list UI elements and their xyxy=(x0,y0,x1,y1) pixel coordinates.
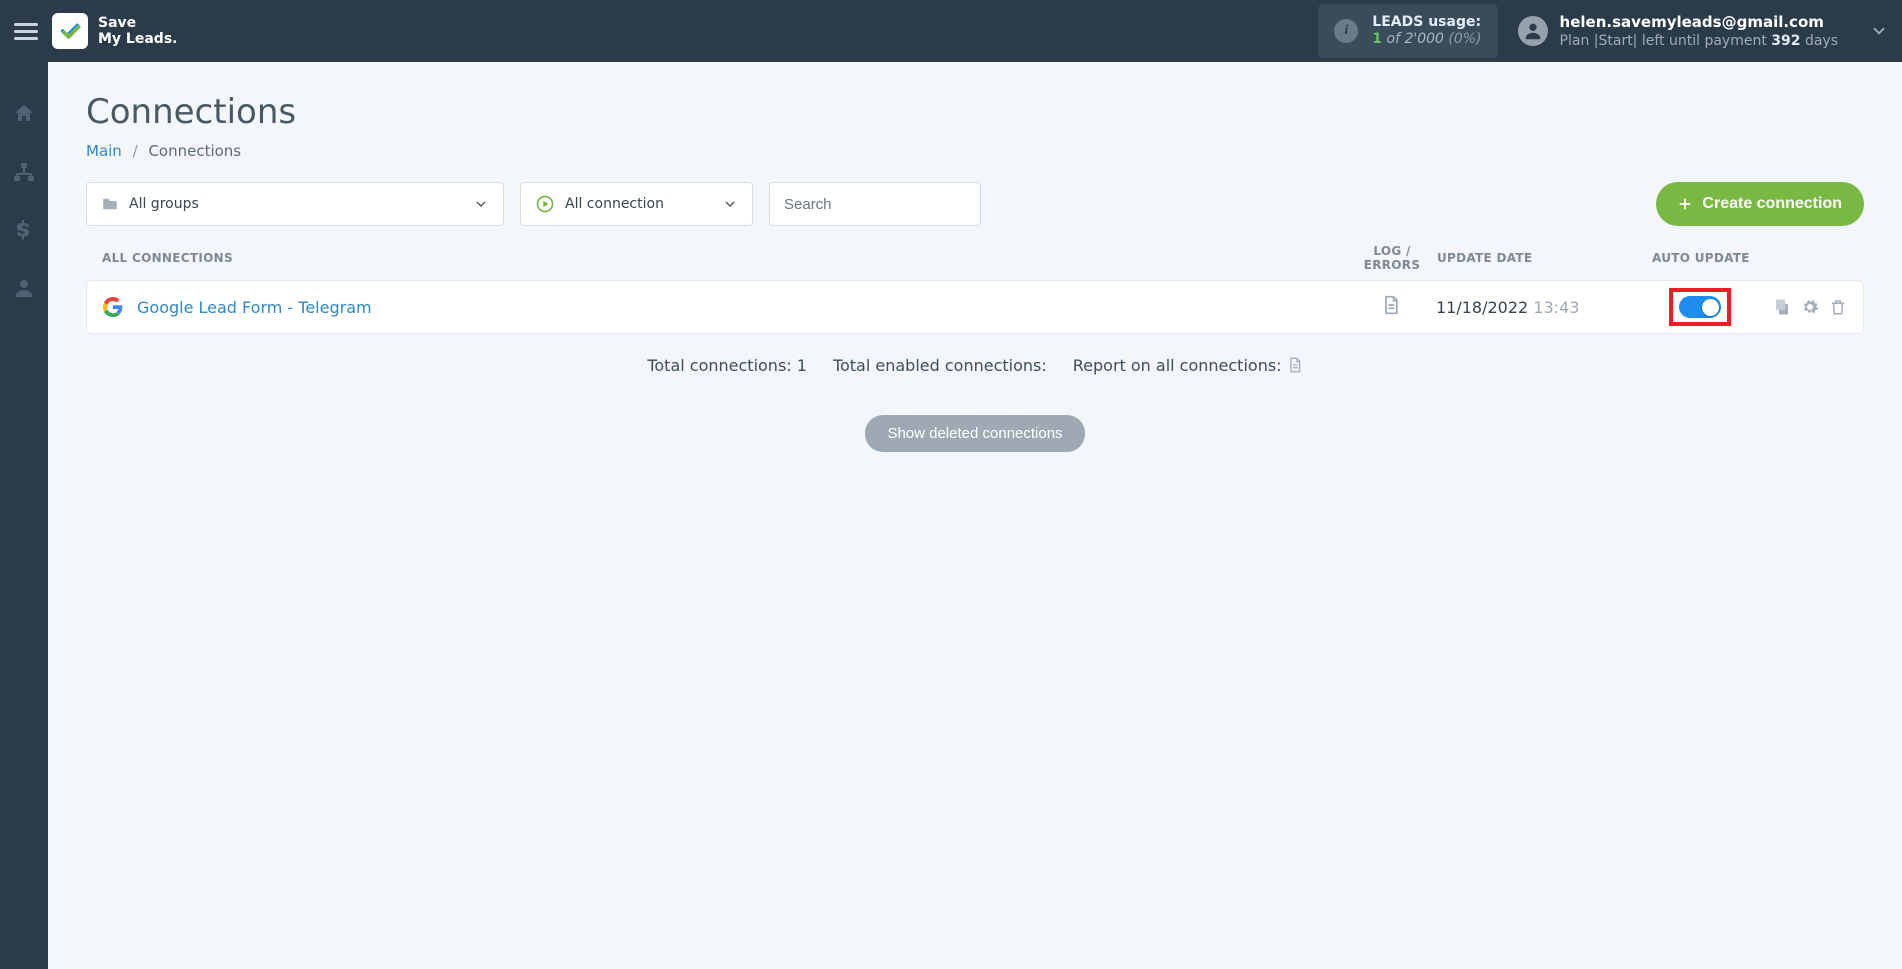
top-bar: Save My Leads. i LEADS usage: 1 of 2'000… xyxy=(0,0,1902,62)
user-plan: Plan |Start| left until payment 392 days xyxy=(1560,33,1838,49)
auto-update-highlight xyxy=(1669,288,1731,326)
search-input[interactable] xyxy=(769,182,981,226)
plus-icon xyxy=(1678,197,1692,211)
col-name: ALL CONNECTIONS xyxy=(96,251,1347,265)
home-icon[interactable] xyxy=(12,102,36,126)
trash-icon[interactable] xyxy=(1829,298,1847,316)
summary-row: Total connections: 1 Total enabled conne… xyxy=(86,356,1864,375)
user-email: helen.savemyleads@gmail.com xyxy=(1560,13,1838,31)
total-connections: Total connections: 1 xyxy=(647,356,807,375)
chevron-down-icon xyxy=(722,196,738,212)
groups-select[interactable]: All groups xyxy=(86,182,504,226)
gear-icon[interactable] xyxy=(1801,298,1819,316)
chevron-down-icon xyxy=(473,196,489,212)
brand-line2: My Leads. xyxy=(98,31,177,47)
menu-icon[interactable] xyxy=(14,19,38,43)
table-row: Google Lead Form - Telegram 11/18/2022 1… xyxy=(86,280,1864,334)
leads-usage-label: LEADS usage: xyxy=(1372,14,1481,31)
user-menu[interactable]: helen.savemyleads@gmail.com Plan |Start|… xyxy=(1518,13,1888,49)
page-title: Connections xyxy=(86,92,1864,132)
auto-update-toggle[interactable] xyxy=(1679,296,1721,318)
main-content: Connections Main / Connections All group… xyxy=(48,62,1902,969)
col-date: UPDATE DATE xyxy=(1437,251,1652,265)
play-circle-icon xyxy=(535,194,555,214)
groups-value: All groups xyxy=(129,196,199,212)
breadcrumb: Main / Connections xyxy=(86,142,1864,160)
table-header: ALL CONNECTIONS LOG / ERRORS UPDATE DATE… xyxy=(86,244,1864,272)
report-document-icon[interactable] xyxy=(1287,357,1303,373)
connection-select[interactable]: All connection xyxy=(520,182,753,226)
logo-icon xyxy=(52,13,88,49)
log-document-icon[interactable] xyxy=(1381,295,1401,315)
info-icon: i xyxy=(1334,19,1358,43)
user-icon[interactable] xyxy=(12,276,36,300)
leads-usage-box[interactable]: i LEADS usage: 1 of 2'000 (0%) xyxy=(1318,4,1497,58)
google-icon xyxy=(103,297,123,317)
create-connection-button[interactable]: Create connection xyxy=(1656,182,1864,226)
update-date: 11/18/2022 13:43 xyxy=(1436,298,1651,317)
col-log: LOG / ERRORS xyxy=(1347,244,1437,272)
show-deleted-button[interactable]: Show deleted connections xyxy=(865,415,1084,452)
brand-line1: Save xyxy=(98,15,177,31)
connection-link[interactable]: Google Lead Form - Telegram xyxy=(137,298,372,317)
report-all: Report on all connections: xyxy=(1073,356,1303,375)
dollar-icon[interactable] xyxy=(12,218,36,242)
breadcrumb-root[interactable]: Main xyxy=(86,142,122,160)
copy-icon[interactable] xyxy=(1773,298,1791,316)
leads-usage-value: 1 of 2'000 (0%) xyxy=(1372,31,1481,48)
chevron-down-icon xyxy=(1870,22,1888,40)
avatar-icon xyxy=(1518,16,1548,46)
sidebar xyxy=(0,62,48,969)
total-enabled: Total enabled connections: xyxy=(833,356,1047,375)
filter-bar: All groups All connection Create connect… xyxy=(86,182,1864,226)
sitemap-icon[interactable] xyxy=(12,160,36,184)
brand-name: Save My Leads. xyxy=(98,15,177,47)
folder-icon xyxy=(101,195,119,213)
connection-value: All connection xyxy=(565,196,664,212)
breadcrumb-current: Connections xyxy=(148,142,241,160)
col-auto: AUTO UPDATE xyxy=(1652,251,1750,265)
